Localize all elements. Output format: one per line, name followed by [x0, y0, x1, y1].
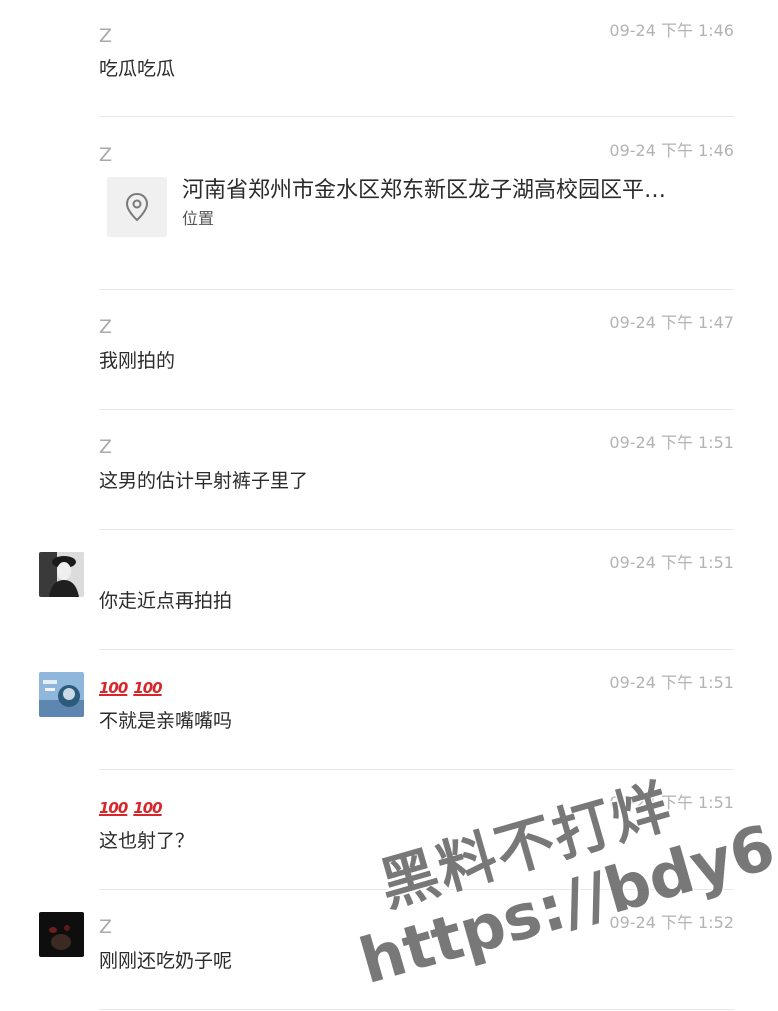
divider	[99, 289, 734, 290]
divider	[99, 889, 734, 890]
sender-name: Z	[99, 916, 113, 938]
sender-name: Z	[99, 436, 113, 458]
divider	[99, 1009, 734, 1010]
message-text[interactable]: 这男的估计早射裤子里了	[99, 468, 308, 494]
avatar[interactable]	[39, 552, 84, 597]
avatar-dark-image	[39, 912, 84, 957]
divider	[99, 769, 734, 770]
sender-emoji: 100 100	[99, 795, 168, 820]
watermark: 黑料不打烊 https://bdy6.co	[300, 690, 778, 1002]
message-time: 09-24 下午 1:51	[609, 673, 734, 692]
avatar-art-image	[39, 672, 84, 717]
divider	[99, 529, 734, 530]
message-time: 09-24 下午 1:46	[609, 141, 734, 160]
divider	[99, 116, 734, 117]
message-text[interactable]: 刚刚还吃奶子呢	[99, 948, 232, 974]
location-title: 河南省郑州市金水区郑东新区龙子湖高校园区平…	[182, 178, 667, 203]
message-text[interactable]: 吃瓜吃瓜	[99, 56, 175, 82]
message-time: 09-24 下午 1:46	[609, 21, 734, 40]
location-subtitle: 位置	[182, 209, 215, 228]
location-thumbnail	[107, 177, 167, 237]
message-time: 09-24 下午 1:51	[609, 433, 734, 452]
sender-name: Z	[99, 144, 113, 166]
divider	[99, 649, 734, 650]
avatar[interactable]	[39, 912, 84, 957]
location-pin-icon	[125, 192, 149, 222]
sender-name: Z	[99, 25, 113, 47]
message-time: 09-24 下午 1:51	[609, 553, 734, 572]
hundred-points-icon: 100	[99, 679, 128, 697]
hundred-points-icon: 100	[133, 799, 162, 817]
message-text[interactable]: 我刚拍的	[99, 348, 175, 374]
sender-emoji: 100 100	[99, 675, 168, 700]
avatar-portrait-image	[39, 552, 84, 597]
message-time: 09-24 下午 1:52	[609, 913, 734, 932]
message-text[interactable]: 你走近点再拍拍	[99, 588, 232, 614]
watermark-title: 黑料不打烊	[371, 770, 681, 921]
sender-name: Z	[99, 316, 113, 338]
avatar[interactable]	[39, 672, 84, 717]
message-time: 09-24 下午 1:51	[609, 793, 734, 812]
divider	[99, 409, 734, 410]
message-text[interactable]: 不就是亲嘴嘴吗	[99, 708, 232, 734]
hundred-points-icon: 100	[99, 799, 128, 817]
message-time: 09-24 下午 1:47	[609, 313, 734, 332]
location-card[interactable]: 河南省郑州市金水区郑东新区龙子湖高校园区平… 位置	[107, 177, 707, 239]
hundred-points-icon: 100	[133, 679, 162, 697]
message-text[interactable]: 这也射了？	[99, 828, 194, 854]
